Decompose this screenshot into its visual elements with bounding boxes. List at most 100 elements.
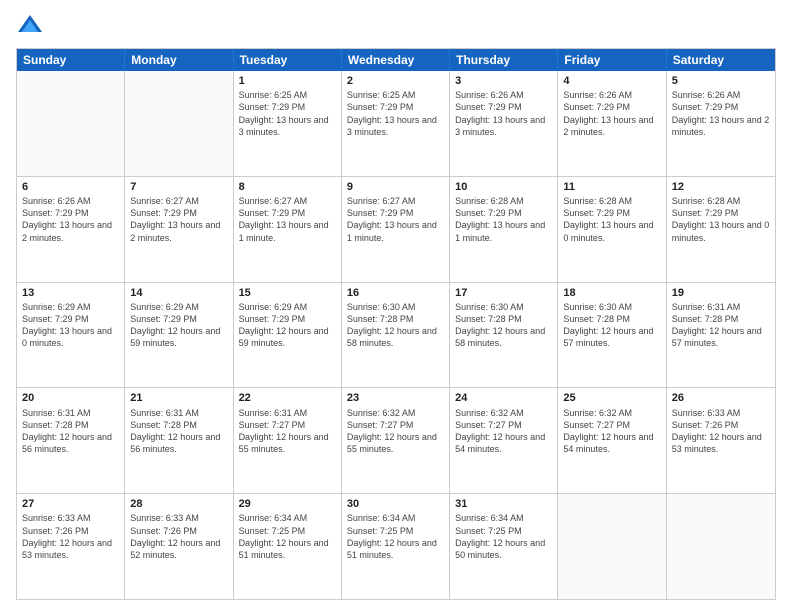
day-info: Sunrise: 6:32 AM Sunset: 7:27 PM Dayligh… — [455, 407, 552, 456]
logo — [16, 12, 48, 40]
day-number: 14 — [130, 286, 227, 300]
calendar-cell: 7Sunrise: 6:27 AM Sunset: 7:29 PM Daylig… — [125, 177, 233, 282]
day-number: 11 — [563, 180, 660, 194]
day-number: 17 — [455, 286, 552, 300]
calendar-cell: 16Sunrise: 6:30 AM Sunset: 7:28 PM Dayli… — [342, 283, 450, 388]
calendar-cell: 21Sunrise: 6:31 AM Sunset: 7:28 PM Dayli… — [125, 388, 233, 493]
calendar-cell: 14Sunrise: 6:29 AM Sunset: 7:29 PM Dayli… — [125, 283, 233, 388]
day-info: Sunrise: 6:31 AM Sunset: 7:28 PM Dayligh… — [672, 301, 770, 350]
calendar-cell: 25 Sunrise: 6:32 AM Sunset: 7:27 PM Dayli… — [558, 388, 666, 493]
calendar-cell: 23 Sunrise: 6:32 AM Sunset: 7:27 PM Dayli… — [342, 388, 450, 493]
day-info: Sunrise: 6:34 AM Sunset: 7:25 PM Dayligh… — [239, 512, 336, 561]
day-number: 12 — [672, 180, 770, 194]
day-info: Sunrise: 6:31 AM Sunset: 7:28 PM Dayligh… — [22, 407, 119, 456]
calendar-cell: 17Sunrise: 6:30 AM Sunset: 7:28 PM Dayli… — [450, 283, 558, 388]
day-number: 24 — [455, 391, 552, 405]
calendar-header: SundayMondayTuesdayWednesdayThursdayFrid… — [17, 49, 775, 71]
day-info: Sunrise: 6:32 AM Sunset: 7:27 PM Dayligh… — [563, 407, 660, 456]
day-info: Sunrise: 6:27 AM Sunset: 7:29 PM Dayligh… — [347, 195, 444, 244]
day-info: Sunrise: 6:27 AM Sunset: 7:29 PM Dayligh… — [239, 195, 336, 244]
day-info: Sunrise: 6:25 AM Sunset: 7:29 PM Dayligh… — [239, 89, 336, 138]
day-info: Sunrise: 6:25 AM Sunset: 7:29 PM Dayligh… — [347, 89, 444, 138]
header-cell-wednesday: Wednesday — [342, 49, 450, 71]
day-number: 22 — [239, 391, 336, 405]
calendar-cell: 4Sunrise: 6:26 AM Sunset: 7:29 PM Daylig… — [558, 71, 666, 176]
calendar-cell — [667, 494, 775, 599]
calendar-week-3: 13Sunrise: 6:29 AM Sunset: 7:29 PM Dayli… — [17, 282, 775, 388]
day-info: Sunrise: 6:29 AM Sunset: 7:29 PM Dayligh… — [239, 301, 336, 350]
day-number: 10 — [455, 180, 552, 194]
day-number: 7 — [130, 180, 227, 194]
calendar-week-4: 20 Sunrise: 6:31 AM Sunset: 7:28 PM Dayli… — [17, 387, 775, 493]
header-cell-sunday: Sunday — [17, 49, 125, 71]
day-info: Sunrise: 6:33 AM Sunset: 7:26 PM Dayligh… — [130, 512, 227, 561]
calendar-cell: 6Sunrise: 6:26 AM Sunset: 7:29 PM Daylig… — [17, 177, 125, 282]
day-info: Sunrise: 6:30 AM Sunset: 7:28 PM Dayligh… — [563, 301, 660, 350]
calendar-cell: 3Sunrise: 6:26 AM Sunset: 7:29 PM Daylig… — [450, 71, 558, 176]
calendar-cell: 1Sunrise: 6:25 AM Sunset: 7:29 PM Daylig… — [234, 71, 342, 176]
header-cell-monday: Monday — [125, 49, 233, 71]
day-number: 4 — [563, 74, 660, 88]
day-number: 20 — [22, 391, 119, 405]
calendar-cell: 30Sunrise: 6:34 AM Sunset: 7:25 PM Dayli… — [342, 494, 450, 599]
day-info: Sunrise: 6:28 AM Sunset: 7:29 PM Dayligh… — [672, 195, 770, 244]
calendar-cell: 29Sunrise: 6:34 AM Sunset: 7:25 PM Dayli… — [234, 494, 342, 599]
calendar-cell: 13Sunrise: 6:29 AM Sunset: 7:29 PM Dayli… — [17, 283, 125, 388]
day-number: 9 — [347, 180, 444, 194]
day-number: 1 — [239, 74, 336, 88]
calendar: SundayMondayTuesdayWednesdayThursdayFrid… — [16, 48, 776, 600]
day-info: Sunrise: 6:26 AM Sunset: 7:29 PM Dayligh… — [563, 89, 660, 138]
calendar-body: 1Sunrise: 6:25 AM Sunset: 7:29 PM Daylig… — [17, 71, 775, 599]
day-number: 21 — [130, 391, 227, 405]
day-number: 27 — [22, 497, 119, 511]
calendar-cell: 27Sunrise: 6:33 AM Sunset: 7:26 PM Dayli… — [17, 494, 125, 599]
header-cell-saturday: Saturday — [667, 49, 775, 71]
day-number: 29 — [239, 497, 336, 511]
day-info: Sunrise: 6:30 AM Sunset: 7:28 PM Dayligh… — [347, 301, 444, 350]
calendar-week-2: 6Sunrise: 6:26 AM Sunset: 7:29 PM Daylig… — [17, 176, 775, 282]
logo-icon — [16, 12, 44, 40]
day-info: Sunrise: 6:28 AM Sunset: 7:29 PM Dayligh… — [455, 195, 552, 244]
day-number: 18 — [563, 286, 660, 300]
day-number: 19 — [672, 286, 770, 300]
calendar-cell: 22Sunrise: 6:31 AM Sunset: 7:27 PM Dayli… — [234, 388, 342, 493]
day-number: 23 — [347, 391, 444, 405]
day-number: 16 — [347, 286, 444, 300]
calendar-cell: 2Sunrise: 6:25 AM Sunset: 7:29 PM Daylig… — [342, 71, 450, 176]
day-number: 25 — [563, 391, 660, 405]
calendar-week-1: 1Sunrise: 6:25 AM Sunset: 7:29 PM Daylig… — [17, 71, 775, 176]
day-info: Sunrise: 6:33 AM Sunset: 7:26 PM Dayligh… — [672, 407, 770, 456]
calendar-cell: 24 Sunrise: 6:32 AM Sunset: 7:27 PM Dayli… — [450, 388, 558, 493]
day-number: 30 — [347, 497, 444, 511]
day-number: 26 — [672, 391, 770, 405]
day-number: 15 — [239, 286, 336, 300]
header-cell-thursday: Thursday — [450, 49, 558, 71]
calendar-cell: 15Sunrise: 6:29 AM Sunset: 7:29 PM Dayli… — [234, 283, 342, 388]
calendar-cell: 9Sunrise: 6:27 AM Sunset: 7:29 PM Daylig… — [342, 177, 450, 282]
calendar-cell: 18Sunrise: 6:30 AM Sunset: 7:28 PM Dayli… — [558, 283, 666, 388]
day-number: 5 — [672, 74, 770, 88]
calendar-week-5: 27Sunrise: 6:33 AM Sunset: 7:26 PM Dayli… — [17, 493, 775, 599]
day-number: 31 — [455, 497, 552, 511]
calendar-cell: 12Sunrise: 6:28 AM Sunset: 7:29 PM Dayli… — [667, 177, 775, 282]
day-info: Sunrise: 6:26 AM Sunset: 7:29 PM Dayligh… — [455, 89, 552, 138]
day-info: Sunrise: 6:29 AM Sunset: 7:29 PM Dayligh… — [130, 301, 227, 350]
calendar-cell — [558, 494, 666, 599]
header-cell-friday: Friday — [558, 49, 666, 71]
day-info: Sunrise: 6:33 AM Sunset: 7:26 PM Dayligh… — [22, 512, 119, 561]
day-number: 6 — [22, 180, 119, 194]
header — [16, 12, 776, 40]
calendar-cell: 8Sunrise: 6:27 AM Sunset: 7:29 PM Daylig… — [234, 177, 342, 282]
day-number: 3 — [455, 74, 552, 88]
day-info: Sunrise: 6:29 AM Sunset: 7:29 PM Dayligh… — [22, 301, 119, 350]
day-number: 13 — [22, 286, 119, 300]
calendar-cell: 31Sunrise: 6:34 AM Sunset: 7:25 PM Dayli… — [450, 494, 558, 599]
header-cell-tuesday: Tuesday — [234, 49, 342, 71]
day-info: Sunrise: 6:28 AM Sunset: 7:29 PM Dayligh… — [563, 195, 660, 244]
day-info: Sunrise: 6:32 AM Sunset: 7:27 PM Dayligh… — [347, 407, 444, 456]
calendar-cell: 10Sunrise: 6:28 AM Sunset: 7:29 PM Dayli… — [450, 177, 558, 282]
day-info: Sunrise: 6:34 AM Sunset: 7:25 PM Dayligh… — [455, 512, 552, 561]
day-info: Sunrise: 6:27 AM Sunset: 7:29 PM Dayligh… — [130, 195, 227, 244]
calendar-cell — [17, 71, 125, 176]
day-info: Sunrise: 6:26 AM Sunset: 7:29 PM Dayligh… — [22, 195, 119, 244]
